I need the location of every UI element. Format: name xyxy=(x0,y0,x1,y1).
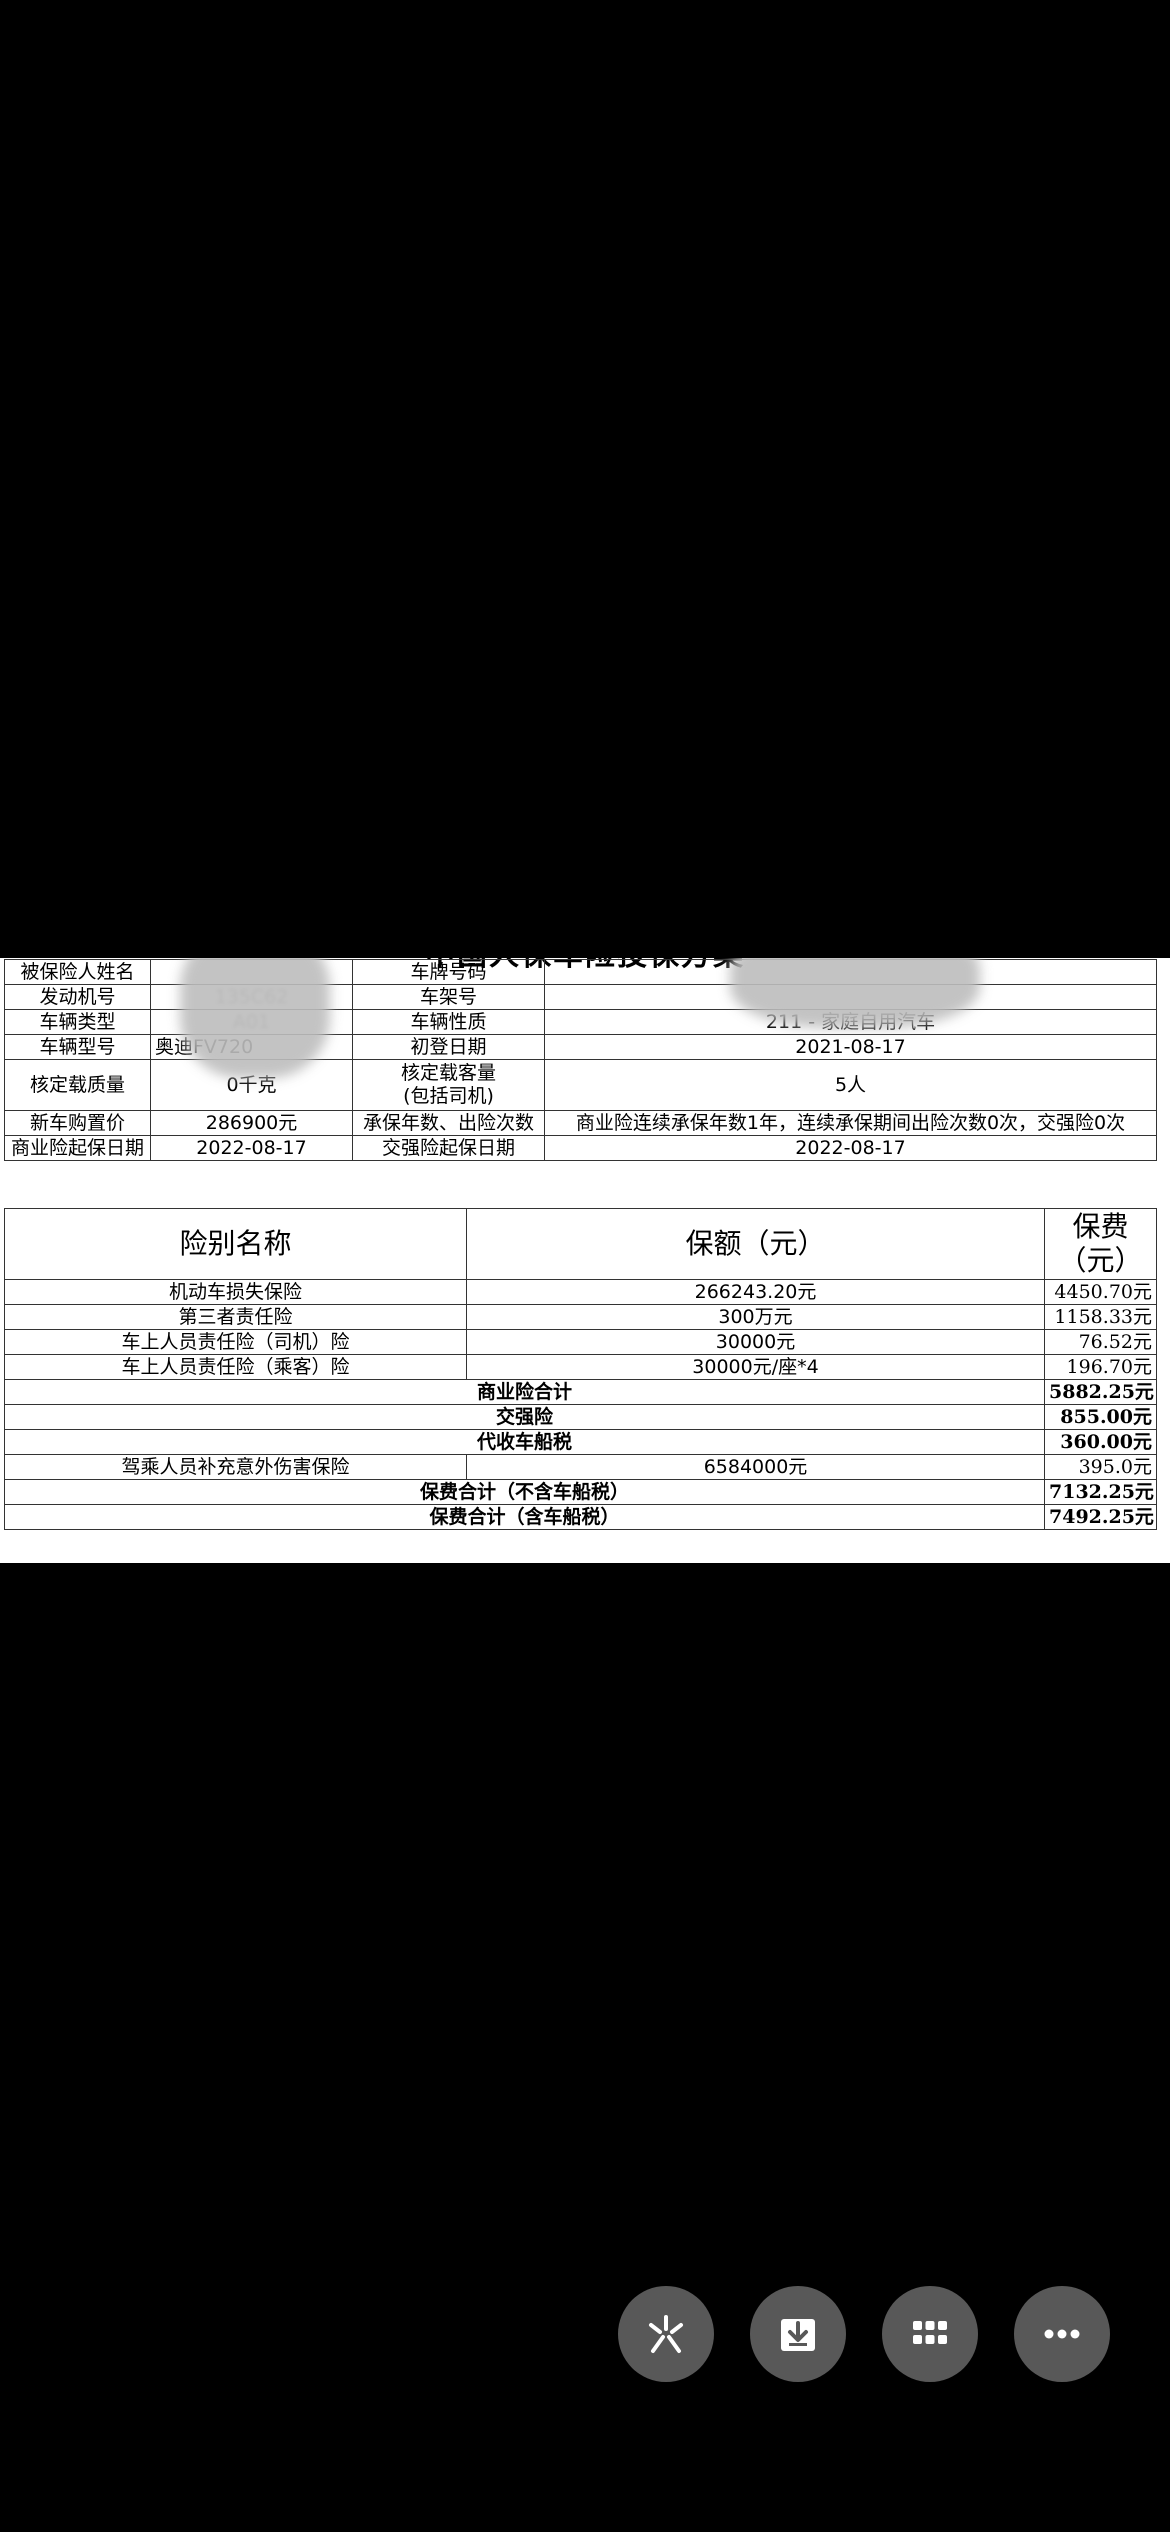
info-row: 商业险起保日期 2022-08-17 交强险起保日期 2022-08-17 xyxy=(4,1135,1157,1161)
tax-row: 代收车船税 360.00元 xyxy=(4,1429,1157,1455)
more-button[interactable] xyxy=(1014,2286,1110,2382)
header-fee: 保费 （元） xyxy=(1044,1208,1157,1280)
redaction-smudge xyxy=(730,958,980,1028)
coverage-row: 第三者责任险 300万元 1158.33元 xyxy=(4,1304,1157,1330)
info-row: 车辆型号奥迪FV720初登日期2021-08-17 xyxy=(4,1034,1157,1060)
coverage-row: 车上人员责任险（司机）险 30000元 76.52元 xyxy=(4,1329,1157,1355)
coverage-fee: 1158.33元 xyxy=(1044,1304,1157,1330)
download-icon xyxy=(781,2319,815,2351)
coverage-name: 第三者责任险 xyxy=(4,1304,467,1330)
info-label: 商业险起保日期 xyxy=(4,1135,151,1161)
total-label: 代收车船税 xyxy=(4,1429,1045,1455)
coverage-amount: 30000元 xyxy=(466,1329,1045,1355)
total-label: 商业险合计 xyxy=(4,1379,1045,1405)
info-value: 286900元 xyxy=(150,1110,353,1136)
info-label: 车辆性质 xyxy=(352,1009,545,1035)
info-row: 新车购置价 286900元 承保年数、出险次数 商业险连续承保年数1年，连续承保期间出… xyxy=(4,1110,1157,1136)
coverage-header-row: 险别名称 保额（元） 保费 （元） xyxy=(4,1208,1157,1280)
info-row: 发动机号135C62车架号 xyxy=(4,984,1157,1010)
coverage-fee: 196.70元 xyxy=(1044,1354,1157,1380)
commercial-total-row: 商业险合计 5882.25元 xyxy=(4,1379,1157,1405)
sparkle-button[interactable] xyxy=(618,2286,714,2382)
total-excl-tax-row: 保费合计（不含车船税） 7132.25元 xyxy=(4,1479,1157,1505)
coverage-row: 车上人员责任险（乘客）险 30000元/座*4 196.70元 xyxy=(4,1354,1157,1380)
coverage-amount: 30000元/座*4 xyxy=(466,1354,1045,1380)
info-label: 核定载质量 xyxy=(4,1059,151,1111)
total-fee: 7492.25元 xyxy=(1044,1504,1157,1530)
info-label: 车架号 xyxy=(352,984,545,1010)
info-row: 被保险人姓名 车牌号码 xyxy=(4,959,1157,985)
extra-coverage-row: 驾乘人员补充意外伤害保险 6584000元 395.0元 xyxy=(4,1454,1157,1480)
info-row: 车辆类型A01车辆性质211 - 家庭自用汽车 xyxy=(4,1009,1157,1035)
info-label: 车辆型号 xyxy=(4,1034,151,1060)
grid-icon xyxy=(913,2321,947,2344)
info-label: 初登日期 xyxy=(352,1034,545,1060)
header-name: 险别名称 xyxy=(4,1208,467,1280)
coverage-amount: 6584000元 xyxy=(466,1454,1045,1480)
total-label: 保费合计（不含车船税） xyxy=(4,1479,1045,1505)
coverage-name: 车上人员责任险（司机）险 xyxy=(4,1329,467,1355)
more-icon xyxy=(1044,2329,1080,2339)
redaction-smudge xyxy=(180,958,330,1078)
grid-button[interactable] xyxy=(882,2286,978,2382)
download-button[interactable] xyxy=(750,2286,846,2382)
coverage-fee: 4450.70元 xyxy=(1044,1279,1157,1305)
info-label: 核定载客量 (包括司机) xyxy=(352,1059,545,1111)
vehicle-info-table: 被保险人姓名 车牌号码发动机号135C62车架号车辆类型A01车辆性质211 - … xyxy=(4,959,1157,1161)
header-amount: 保额（元） xyxy=(466,1208,1045,1280)
info-label: 车牌号码 xyxy=(352,959,545,985)
info-label: 车辆类型 xyxy=(4,1009,151,1035)
total-label: 交强险 xyxy=(4,1404,1045,1430)
info-label: 新车购置价 xyxy=(4,1110,151,1136)
coverage-amount: 266243.20元 xyxy=(466,1279,1045,1305)
info-value: 商业险连续承保年数1年，连续承保期间出险次数0次，交强险0次 xyxy=(544,1110,1157,1136)
total-incl-tax-row: 保费合计（含车船税） 7492.25元 xyxy=(4,1504,1157,1530)
info-label: 交强险起保日期 xyxy=(352,1135,545,1161)
info-label: 承保年数、出险次数 xyxy=(352,1110,545,1136)
coverage-table: 险别名称 保额（元） 保费 （元） 机动车损失保险 266243.20元 4450.… xyxy=(4,1208,1157,1530)
coverage-name: 车上人员责任险（乘客）险 xyxy=(4,1354,467,1380)
coverage-name: 机动车损失保险 xyxy=(4,1279,467,1305)
info-value: 2021-08-17 xyxy=(544,1034,1157,1060)
info-row: 核定载质量 0千克 核定载客量 (包括司机) 5人 xyxy=(4,1059,1157,1111)
info-label: 被保险人姓名 xyxy=(4,959,151,985)
coverage-fee: 76.52元 xyxy=(1044,1329,1157,1355)
total-label: 保费合计（含车船税） xyxy=(4,1504,1045,1530)
coverage-amount: 300万元 xyxy=(466,1304,1045,1330)
coverage-name: 驾乘人员补充意外伤害保险 xyxy=(4,1454,467,1480)
sparkle-icon xyxy=(649,2315,683,2353)
info-value: 2022-08-17 xyxy=(150,1135,353,1161)
document-image: 中国人保车险投保方案 被保险人姓名车牌号码发动机号135C62车架号车辆类型A0… xyxy=(0,958,1170,1563)
info-value: 5人 xyxy=(544,1059,1157,1111)
coverage-row: 机动车损失保险 266243.20元 4450.70元 xyxy=(4,1279,1157,1305)
total-fee: 855.00元 xyxy=(1044,1404,1157,1430)
total-fee: 7132.25元 xyxy=(1044,1479,1157,1505)
compulsory-row: 交强险 855.00元 xyxy=(4,1404,1157,1430)
total-fee: 5882.25元 xyxy=(1044,1379,1157,1405)
info-label: 发动机号 xyxy=(4,984,151,1010)
total-fee: 360.00元 xyxy=(1044,1429,1157,1455)
info-value: 2022-08-17 xyxy=(544,1135,1157,1161)
coverage-fee: 395.0元 xyxy=(1044,1454,1157,1480)
